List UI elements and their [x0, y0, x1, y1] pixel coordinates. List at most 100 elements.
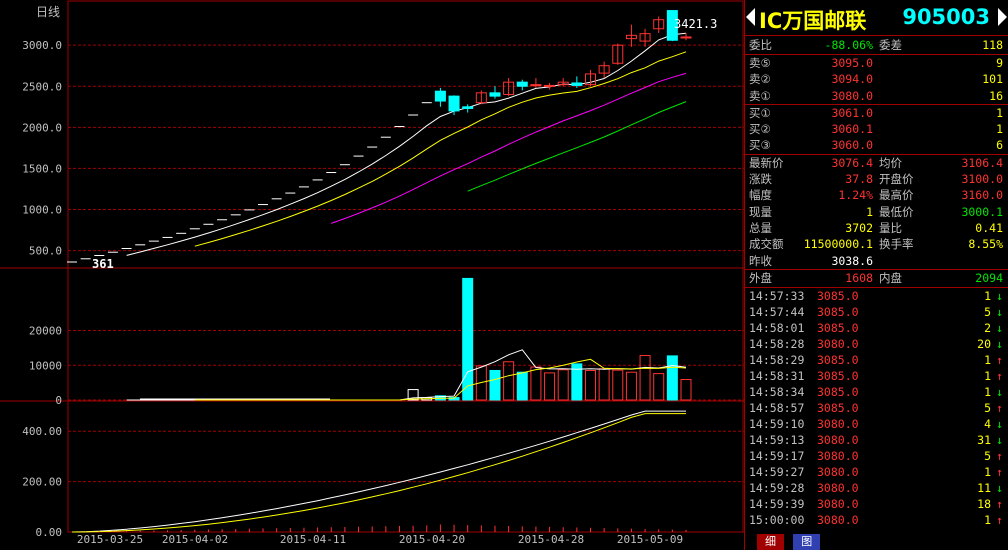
trade-direction-icon: ↓: [996, 304, 1003, 319]
trade-direction-icon: ↓: [996, 320, 1003, 335]
indicator-tick-label: 400.00: [22, 425, 62, 438]
candle-body: [489, 92, 501, 97]
trade-direction-icon: ↑: [996, 400, 1003, 415]
tab-detail[interactable]: 细: [757, 534, 784, 550]
trade-time: 14:59:17: [749, 448, 805, 463]
stat-value: 3000.1: [961, 204, 1003, 219]
price-tick-label: 1000.0: [22, 203, 62, 216]
trade-price: 3080.0: [817, 512, 859, 527]
volume-tick-label: 10000: [29, 359, 62, 372]
trade-row: 14:58:01 3085.0 2 ↓: [745, 320, 1008, 336]
trade-row: 15:00:00 3080.0 1 ↑: [745, 512, 1008, 528]
trade-price: 3080.0: [817, 464, 859, 479]
stat-row: 现量 1 最低价 3000.1: [745, 204, 1008, 220]
date-label: 2015-03-25: [77, 533, 143, 546]
trade-volume: 11: [977, 480, 991, 495]
price-tick-label: 500.0: [29, 245, 62, 258]
ask-level-row: 卖② 3094.0 101: [745, 71, 1008, 87]
volume-tick-label: 0: [55, 394, 62, 407]
volume-ma-lines: [126, 349, 687, 401]
ask-level-price: 3094.0: [831, 72, 873, 87]
ask-level-price: 3080.0: [831, 88, 873, 103]
ma5-line: [126, 32, 687, 256]
trade-direction-icon: ↓: [996, 480, 1003, 495]
next-arrow-icon[interactable]: [998, 8, 1007, 26]
trade-price: 3085.0: [817, 400, 859, 415]
chart-frame: [67, 0, 744, 533]
candlestick-series: [67, 10, 692, 263]
kline-chart[interactable]: 日线 3000.0 2500.0 2000.0 1500.0 1000.0 500.0 20…: [0, 0, 744, 550]
trade-row: 14:59:39 3080.0 18 ↑: [745, 496, 1008, 512]
volume-bar: [612, 369, 624, 401]
volume-bars: [140, 277, 692, 401]
candle-body: [516, 81, 528, 87]
trade-price: 3080.0: [817, 336, 859, 351]
bid-level-label: 买③: [749, 138, 771, 153]
outer-value: 1608: [845, 270, 873, 285]
price-tick-label: 2000.0: [22, 121, 62, 134]
stat-label: 总量: [749, 220, 772, 235]
trade-ticks: 14:57:33 3085.0 1 ↓ 14:57:44 3085.0 5 ↓ 14:58:01…: [745, 288, 1008, 528]
trade-volume: 1: [984, 384, 991, 399]
stat-value: 3106.4: [961, 155, 1003, 170]
trade-price: 3080.0: [817, 496, 859, 511]
trade-volume: 1: [984, 512, 991, 527]
trade-row: 14:58:29 3085.0 1 ↑: [745, 352, 1008, 368]
instrument-name: IC万国邮联: [759, 9, 867, 33]
trade-time: 14:58:29: [749, 352, 805, 367]
trade-direction-icon: ↑: [996, 368, 1003, 383]
stat-row: 成交额 11500000.1 换手率 8.55%: [745, 236, 1008, 252]
low-price-label: 361: [92, 257, 114, 271]
volume-bar: [625, 371, 637, 401]
stat-value: 3702: [845, 220, 873, 235]
trade-row: 14:59:17 3080.0 5 ↑: [745, 448, 1008, 464]
candle-body: [462, 106, 474, 109]
stat-value: 37.8: [845, 172, 873, 187]
bid-level-volume: 1: [996, 122, 1003, 137]
candle-body: [530, 84, 542, 87]
trade-volume: 5: [984, 448, 991, 463]
quote-panel: IC万国邮联 905003 委比 -88.06% 委差 118 卖⑤ 3095.0…: [744, 0, 1008, 550]
stat-label: 量比: [879, 220, 902, 235]
trade-volume: 18: [977, 496, 991, 511]
instrument-code: 905003: [902, 5, 990, 29]
stat-label: 现量: [749, 204, 772, 219]
trade-volume: 4: [984, 416, 991, 431]
tab-chart[interactable]: 图: [793, 534, 821, 550]
bid-level-price: 3060.1: [831, 122, 873, 137]
candle-body: [448, 95, 460, 112]
trade-row: 14:59:13 3080.0 31 ↓: [745, 432, 1008, 448]
trade-time: 14:58:28: [749, 336, 805, 351]
price-tick-label: 1500.0: [22, 162, 62, 175]
trade-volume: 1: [984, 288, 991, 303]
outer-label: 外盘: [749, 270, 772, 285]
stat-label: 幅度: [749, 188, 772, 203]
weicha-label: 委差: [879, 38, 902, 52]
trade-price: 3085.0: [817, 368, 859, 383]
ask-level-label: 卖②: [749, 72, 771, 87]
volume-bar: [516, 371, 528, 401]
bid-level-row: 买③ 3060.0 6: [745, 137, 1008, 153]
stat-label: 涨跌: [749, 172, 772, 187]
trade-time: 14:57:44: [749, 304, 805, 319]
trade-row: 14:59:28 3080.0 11 ↓: [745, 480, 1008, 496]
prev-arrow-icon[interactable]: [746, 8, 755, 26]
trade-row: 14:57:33 3085.0 1 ↓: [745, 288, 1008, 304]
stat-label: 最低价: [879, 204, 914, 219]
stat-label: 均价: [879, 155, 902, 170]
stat-value: 0.41: [975, 220, 1003, 235]
stat-value: 3076.4: [831, 155, 873, 170]
trade-direction-icon: ↓: [996, 288, 1003, 303]
stat-value: 3038.6: [831, 253, 873, 268]
volume-bar: [530, 366, 542, 401]
volume-bar: [462, 277, 474, 401]
trade-price: 3085.0: [817, 288, 859, 303]
ask-level-volume: 101: [982, 72, 1003, 87]
trade-row: 14:59:10 3080.0 4 ↓: [745, 416, 1008, 432]
ask-level-price: 3095.0: [831, 56, 873, 70]
stat-label: 开盘价: [879, 172, 914, 187]
trade-time: 14:58:31: [749, 368, 805, 383]
bid-level-row: 买② 3060.1 1: [745, 121, 1008, 137]
trade-direction-icon: ↑: [996, 512, 1003, 527]
stat-value: 11500000.1: [803, 237, 873, 252]
